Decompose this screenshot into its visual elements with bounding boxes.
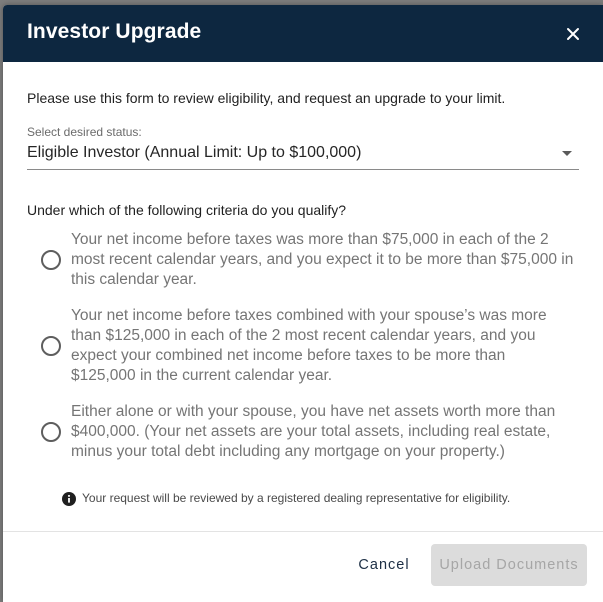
footer-divider <box>3 531 603 532</box>
status-select-value: Eligible Investor (Annual Limit: Up to $… <box>27 144 362 161</box>
intro-text: Please use this form to review eligibili… <box>27 90 506 106</box>
investor-upgrade-dialog: Investor Upgrade Please use this form to… <box>3 5 603 602</box>
criteria-option-text: Your net income before taxes was more th… <box>71 231 574 288</box>
caret-down-icon <box>562 151 572 156</box>
criteria-question: Under which of the following criteria do… <box>27 202 347 218</box>
info-icon <box>62 492 76 506</box>
close-button[interactable] <box>563 24 583 44</box>
upload-documents-button[interactable]: Upload Documents <box>431 544 587 586</box>
radio-button[interactable] <box>41 422 61 442</box>
criteria-option-net-assets[interactable]: Either alone or with your spouse, you ha… <box>41 402 603 464</box>
review-note-text: Your request will be reviewed by a regis… <box>82 491 511 505</box>
cancel-button[interactable]: Cancel <box>347 545 421 585</box>
radio-button[interactable] <box>41 336 61 356</box>
status-select[interactable]: Eligible Investor (Annual Limit: Up to $… <box>27 141 579 170</box>
dialog-header: Investor Upgrade <box>3 5 603 62</box>
radio-button[interactable] <box>41 250 61 270</box>
criteria-option-income[interactable]: Your net income before taxes was more th… <box>41 230 603 292</box>
criteria-option-text: Either alone or with your spouse, you ha… <box>71 403 556 460</box>
criteria-option-combined-income[interactable]: Your net income before taxes combined wi… <box>41 306 603 388</box>
close-icon <box>567 28 579 40</box>
criteria-option-text: Your net income before taxes combined wi… <box>71 307 547 384</box>
dialog-title: Investor Upgrade <box>27 20 202 43</box>
status-select-label: Select desired status: <box>27 125 142 139</box>
